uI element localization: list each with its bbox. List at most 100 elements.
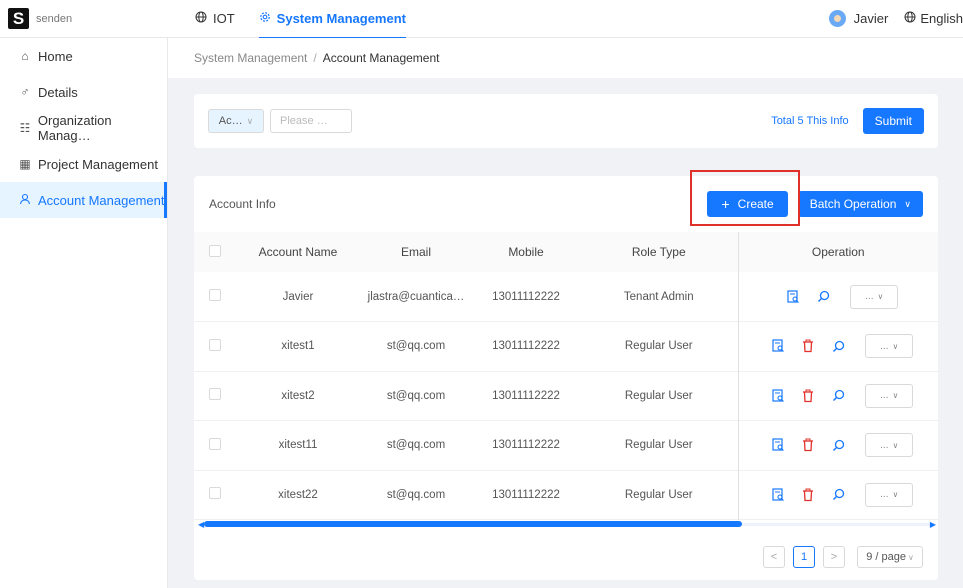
row-checkbox[interactable] bbox=[209, 338, 221, 351]
cell-account-name: xitest22 bbox=[278, 488, 318, 501]
table-header-row: Account Name Email Mobile Role Type Oper… bbox=[194, 232, 938, 272]
breadcrumb-parent[interactable]: System Management bbox=[194, 51, 307, 65]
create-button-label: Create bbox=[737, 197, 774, 211]
row-checkbox[interactable] bbox=[209, 388, 221, 401]
top-nav-system-management[interactable]: System Management bbox=[258, 0, 407, 39]
cell-operation: ... ∨ bbox=[737, 272, 939, 322]
cell-email: jlastra@cuantica… bbox=[367, 290, 465, 303]
sidebar-item-organization[interactable]: ☷ Organization Manag… bbox=[0, 110, 167, 146]
language-switcher[interactable]: English bbox=[904, 11, 963, 26]
cell-mobile: 13011112222 bbox=[492, 488, 560, 501]
row-checkbox-cell bbox=[194, 371, 236, 421]
globe-icon bbox=[904, 11, 916, 26]
user-icon bbox=[18, 193, 32, 208]
search-icon[interactable] bbox=[830, 437, 846, 453]
language-label: English bbox=[920, 11, 963, 26]
delete-icon[interactable] bbox=[800, 437, 816, 453]
sidebar-item-home[interactable]: ⌂ Home bbox=[0, 38, 167, 74]
view-details-icon[interactable] bbox=[770, 437, 786, 453]
user-name[interactable]: Javier bbox=[854, 11, 889, 26]
search-icon[interactable] bbox=[815, 289, 831, 305]
cell-role-type: Regular User bbox=[624, 439, 693, 452]
delete-icon[interactable] bbox=[800, 338, 816, 354]
sidebar-item-details[interactable]: ♂ Details bbox=[0, 74, 167, 110]
horizontal-scrollbar[interactable]: ◀ ▶ bbox=[198, 520, 936, 529]
chevron-down-icon: ∨ bbox=[904, 198, 911, 209]
account-table-card: Account Info + Create Batch Operation ∨ … bbox=[194, 170, 939, 580]
operation-group: ... ∨ bbox=[739, 482, 939, 507]
operation-group: ... ∨ bbox=[739, 284, 939, 309]
submit-button[interactable]: Submit bbox=[862, 108, 924, 134]
prev-page-button[interactable]: < bbox=[763, 546, 785, 568]
page-size-select[interactable]: 9 / page ∨ bbox=[857, 546, 923, 568]
organization-icon: ☷ bbox=[19, 121, 31, 135]
row-checkbox[interactable] bbox=[209, 437, 221, 450]
filter-field-select[interactable]: Ac… ∨ bbox=[208, 109, 264, 133]
search-icon[interactable] bbox=[830, 388, 846, 404]
more-actions-dropdown[interactable]: ... ∨ bbox=[865, 433, 914, 458]
grid-icon: ▦ bbox=[19, 157, 31, 171]
column-header-email: Email bbox=[400, 245, 431, 259]
scroll-left-icon[interactable]: ◀ bbox=[198, 520, 204, 529]
row-checkbox[interactable] bbox=[209, 487, 221, 500]
row-checkbox[interactable] bbox=[209, 289, 221, 301]
view-details-icon[interactable] bbox=[785, 289, 801, 305]
cell-mobile: 13011112222 bbox=[492, 439, 560, 452]
logo[interactable]: S senden bbox=[0, 0, 168, 38]
row-checkbox-cell bbox=[194, 272, 236, 322]
sidebar-item-account-management[interactable]: Account Management bbox=[0, 182, 167, 218]
top-nav-iot[interactable]: IOT bbox=[195, 0, 235, 38]
more-actions-dropdown[interactable]: ... ∨ bbox=[865, 383, 914, 408]
cell-mobile: 13011112222 bbox=[492, 389, 560, 402]
next-page-button[interactable]: > bbox=[823, 546, 845, 568]
gear-icon bbox=[259, 11, 271, 26]
sidebar-item-label: Project Management bbox=[38, 156, 158, 172]
logo-text: senden bbox=[36, 12, 73, 25]
globe-icon bbox=[195, 11, 207, 26]
chevron-down-icon: ∨ bbox=[892, 341, 899, 351]
filter-bar: Ac… ∨ Total 5 This Info Submit bbox=[194, 94, 938, 148]
cell-operation: ... ∨ bbox=[737, 470, 939, 520]
cell-mobile: 13011112222 bbox=[492, 340, 560, 353]
cell-mobile: 13011112222 bbox=[492, 290, 560, 303]
cell-account-name: xitest2 bbox=[281, 389, 315, 402]
table-row: xitest22 st@qq.com 13011112222 Regular User… bbox=[194, 470, 938, 520]
avatar[interactable] bbox=[828, 10, 846, 27]
scrollbar-thumb[interactable] bbox=[204, 521, 742, 527]
view-details-icon[interactable] bbox=[770, 487, 786, 503]
more-actions-dropdown[interactable]: ... ∨ bbox=[865, 334, 914, 359]
search-icon[interactable] bbox=[830, 487, 846, 503]
search-icon[interactable] bbox=[830, 338, 846, 354]
sidebar-item-label: Account Management bbox=[38, 192, 165, 208]
pagination: < 1 > 9 / page ∨ bbox=[755, 546, 923, 568]
view-details-icon[interactable] bbox=[770, 388, 786, 404]
cell-role-type: Regular User bbox=[624, 340, 693, 353]
sidebar-item-project-management[interactable]: ▦ Project Management bbox=[0, 146, 167, 182]
select-all-checkbox[interactable] bbox=[209, 244, 221, 257]
create-button[interactable]: + Create bbox=[707, 191, 788, 217]
breadcrumb-separator: / bbox=[313, 51, 317, 65]
cell-email: st@qq.com bbox=[386, 488, 446, 501]
details-icon: ♂ bbox=[20, 85, 30, 99]
delete-icon[interactable] bbox=[800, 388, 816, 404]
column-header-role-type: Role Type bbox=[631, 245, 686, 259]
page-size-value: 9 / page bbox=[866, 551, 906, 563]
operation-group: ... ∨ bbox=[739, 383, 939, 408]
more-actions-label: ... bbox=[880, 439, 889, 451]
more-actions-dropdown[interactable]: ... ∨ bbox=[850, 284, 899, 309]
top-nav-system-management-label: System Management bbox=[276, 11, 406, 26]
batch-operation-button[interactable]: Batch Operation ∨ bbox=[797, 191, 923, 217]
view-details-icon[interactable] bbox=[770, 338, 786, 354]
delete-icon[interactable] bbox=[800, 487, 816, 503]
more-actions-dropdown[interactable]: ... ∨ bbox=[865, 482, 914, 507]
more-actions-label: ... bbox=[865, 291, 874, 302]
scroll-right-icon[interactable]: ▶ bbox=[930, 520, 936, 529]
page-number-button[interactable]: 1 bbox=[793, 546, 815, 568]
row-checkbox-cell bbox=[194, 470, 236, 520]
cell-operation: ... ∨ bbox=[737, 420, 938, 470]
filter-input[interactable] bbox=[270, 109, 352, 133]
table-row: xitest2 st@qq.com 13011112222 Regular User.… bbox=[194, 371, 938, 421]
table-actions: + Create Batch Operation ∨ bbox=[707, 191, 923, 217]
home-icon: ⌂ bbox=[21, 49, 29, 63]
sidebar: ⌂ Home ♂ Details ☷ Organization Manag… ▦… bbox=[0, 38, 168, 588]
